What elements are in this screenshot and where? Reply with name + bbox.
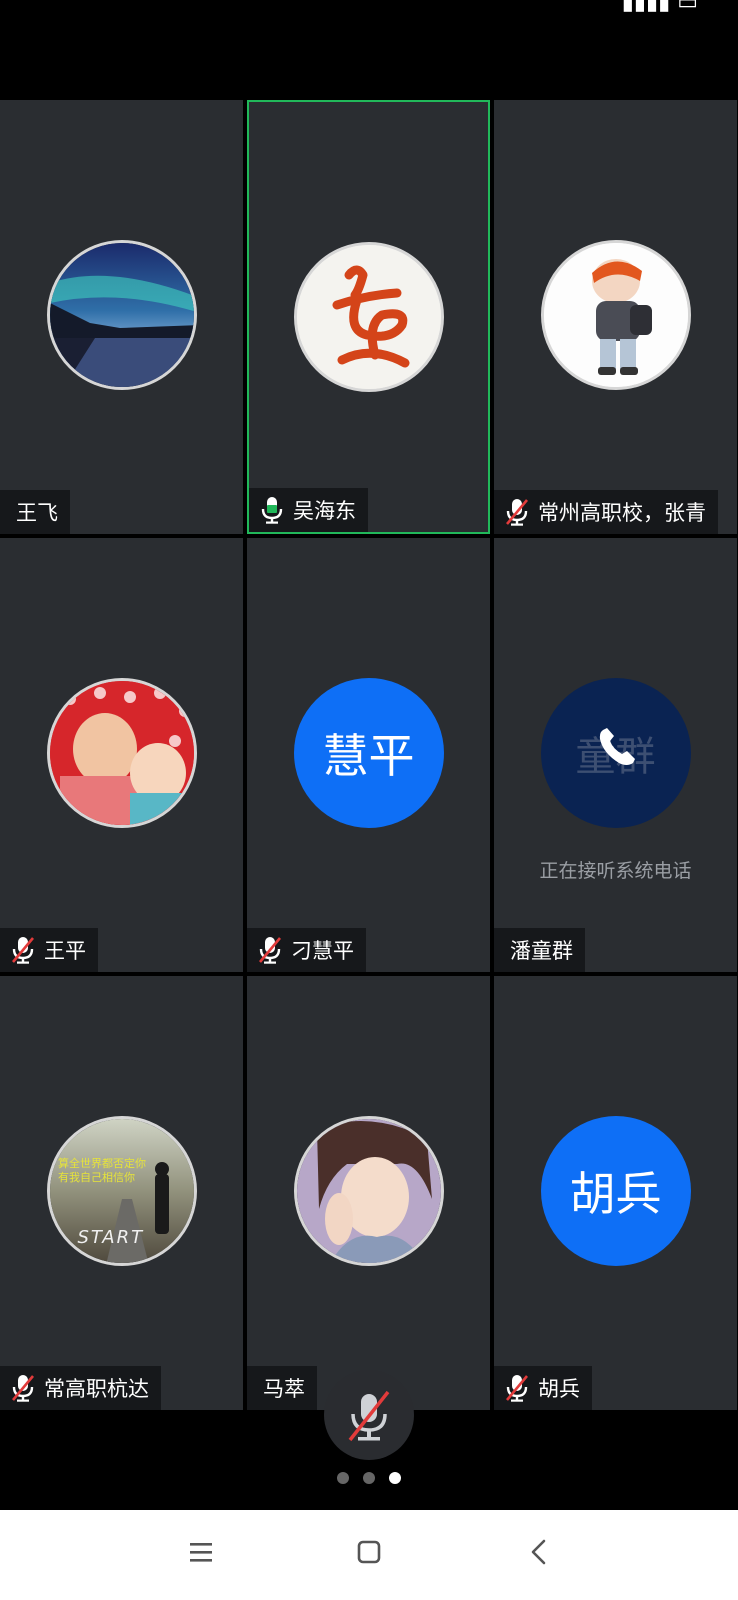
participant-nameplate: 常州高职校，张青 [494, 490, 718, 534]
participant-tile[interactable]: 胡兵 胡兵 [494, 976, 737, 1410]
participant-name: 王飞 [16, 501, 58, 525]
participant-name: 常州高职校，张青 [538, 501, 706, 525]
avatar [293, 242, 444, 392]
participant-nameplate: 刁慧平 [247, 928, 366, 972]
participant-name: 常高职杭达 [44, 1377, 149, 1401]
participant-tile[interactable]: 王飞 [0, 100, 243, 534]
participant-tile[interactable]: 童群 正在接听系统电话 潘童群 [494, 538, 737, 972]
mute-toggle-button[interactable] [324, 1370, 414, 1460]
avatar: 算全世界都否定你 有我自己相信你 START [46, 1116, 197, 1266]
participant-name: 刁慧平 [291, 939, 354, 963]
participant-name: 马萃 [263, 1377, 305, 1401]
participant-nameplate: 常高职杭达 [0, 1366, 161, 1410]
svg-text:有我自己相信你: 有我自己相信你 [58, 1170, 135, 1184]
participant-nameplate: 胡兵 [494, 1366, 592, 1410]
status-bar: ▮▮▮▮ ▭ [0, 0, 738, 100]
avatar [46, 240, 197, 390]
page-indicator [0, 1472, 738, 1484]
avatar-caption: START [77, 1227, 145, 1248]
mic-muted-icon [506, 499, 528, 526]
participant-grid: 王飞 吴海东 常州高职校，张青 王平 慧平 刁慧平 正在接听系统电话 潘童群 算… [0, 100, 738, 1411]
signal-icon: ▮▮▮▮ [621, 0, 671, 15]
avatar [293, 1116, 444, 1266]
call-status-text: 正在接听系统电话 [539, 860, 692, 882]
avatar-initials: 童群 [540, 678, 691, 828]
participant-tile[interactable]: 王平 [0, 538, 243, 972]
mic-on-icon [261, 497, 283, 524]
avatar-initials: 慧平 [293, 678, 444, 828]
participant-nameplate: 王飞 [0, 490, 70, 534]
mic-muted-icon [506, 1375, 528, 1402]
back-icon[interactable] [520, 1532, 560, 1572]
page-dot[interactable] [337, 1472, 349, 1484]
participant-nameplate: 潘童群 [494, 928, 585, 972]
avatar-initials: 胡兵 [540, 1116, 691, 1266]
participant-nameplate: 吴海东 [249, 488, 368, 532]
mic-muted-icon [12, 1375, 34, 1402]
participant-name: 胡兵 [538, 1377, 580, 1401]
home-icon[interactable] [349, 1532, 389, 1572]
participant-nameplate: 王平 [0, 928, 98, 972]
page-dot-current[interactable] [389, 1472, 401, 1484]
mic-muted-icon [348, 1390, 390, 1442]
page-dot[interactable] [363, 1472, 375, 1484]
phone-icon [599, 728, 635, 765]
menu-icon[interactable] [181, 1532, 221, 1572]
avatar [540, 240, 691, 390]
participant-tile-active[interactable]: 吴海东 [247, 100, 490, 534]
svg-text:算全世界都否定你: 算全世界都否定你 [58, 1156, 146, 1170]
status-icons: ▮▮▮▮ ▭ [622, 0, 698, 15]
avatar [46, 678, 197, 828]
participant-tile[interactable]: 慧平 刁慧平 [247, 538, 490, 972]
mic-muted-icon [259, 937, 281, 964]
participant-tile[interactable]: 马萃 [247, 976, 490, 1410]
participant-name: 吴海东 [293, 499, 356, 523]
battery-icon: ▭ [677, 0, 698, 15]
mic-muted-icon [12, 937, 34, 964]
participant-name: 王平 [44, 939, 86, 963]
participant-name: 潘童群 [510, 939, 573, 963]
system-nav-bar [0, 1510, 738, 1600]
participant-nameplate: 马萃 [247, 1366, 317, 1410]
participant-tile[interactable]: 算全世界都否定你 有我自己相信你 START 常高职杭达 [0, 976, 243, 1410]
participant-tile[interactable]: 常州高职校，张青 [494, 100, 737, 534]
